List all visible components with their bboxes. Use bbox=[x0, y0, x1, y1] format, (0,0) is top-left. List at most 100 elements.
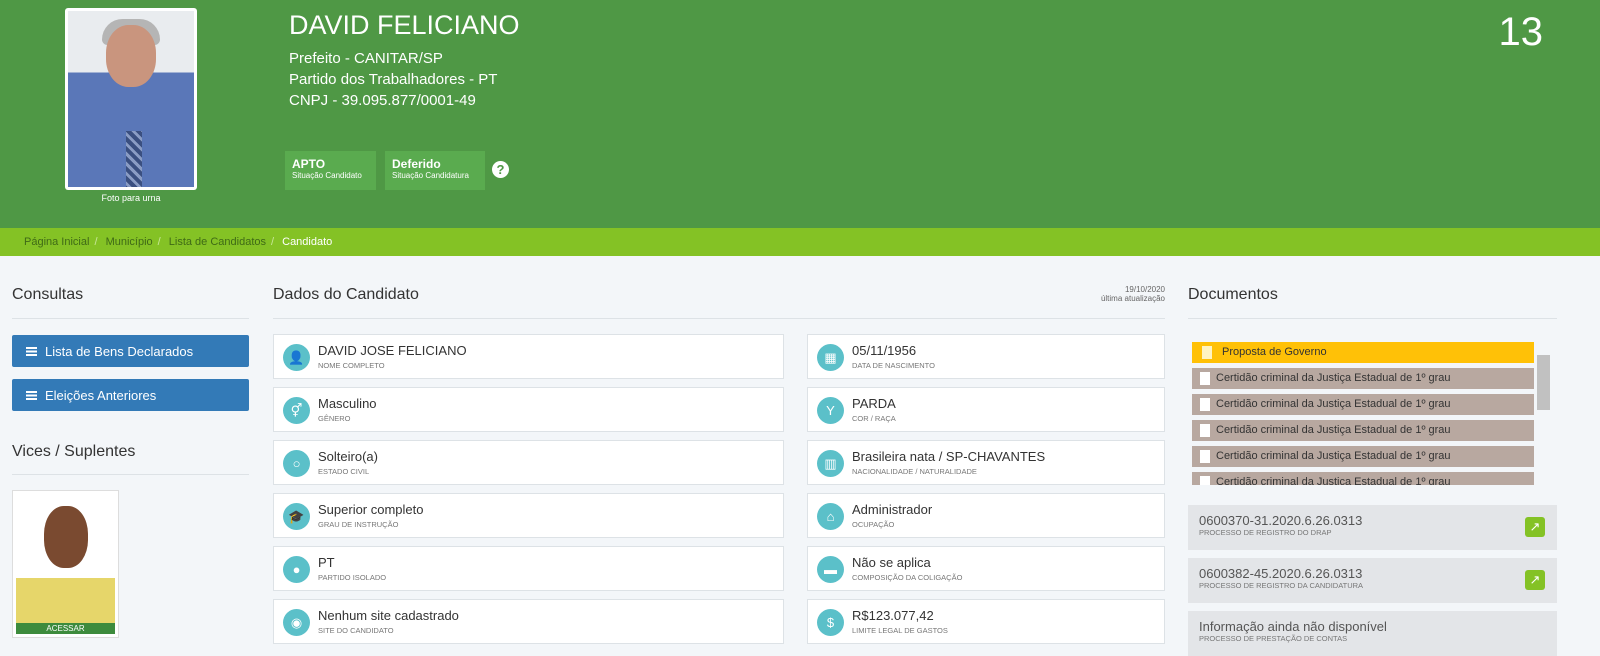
process-label: PROCESSO DE REGISTRO DO DRAP bbox=[1199, 528, 1332, 537]
field-card: ▬ Não se aplica COMPOSIÇÃO DA COLIGAÇÃO bbox=[807, 546, 1165, 591]
document-label: Certidão criminal da Justiça Estadual de… bbox=[1216, 372, 1451, 384]
document-label: Certidão criminal da Justiça Estadual de… bbox=[1216, 424, 1451, 436]
consultas-title: Consultas bbox=[12, 286, 84, 303]
assets-list-button[interactable]: Lista de Bens Declarados bbox=[12, 335, 249, 367]
field-card: ▦ 05/11/1956 DATA DE NASCIMENTO bbox=[807, 334, 1165, 379]
process-item: 0600370-31.2020.6.26.0313 PROCESSO DE REG… bbox=[1188, 505, 1557, 550]
list-icon bbox=[26, 391, 37, 400]
field-card: ▥ Brasileira nata / SP-CHAVANTES NACIONALI… bbox=[807, 440, 1165, 485]
users-icon: ● bbox=[283, 556, 310, 583]
documents-title: Documentos bbox=[1188, 286, 1278, 303]
button-label: Eleições Anteriores bbox=[45, 388, 157, 403]
field-value: Administrador bbox=[852, 502, 933, 517]
document-item[interactable]: Proposta de Governo bbox=[1192, 342, 1534, 363]
badge-label: Situação Candidatura bbox=[392, 171, 469, 180]
candidate-info: Prefeito - CANITAR/SP Partido dos Trabal… bbox=[289, 48, 497, 111]
document-item[interactable]: Certidão criminal da Justiça Estadual de… bbox=[1192, 446, 1534, 467]
button-label: Lista de Bens Declarados bbox=[45, 344, 194, 359]
candidate-header: Foto para urna DAVID FELICIANO Prefeito … bbox=[0, 0, 1600, 228]
external-link-icon[interactable]: ↗ bbox=[1525, 517, 1545, 537]
candidate-photo bbox=[65, 8, 197, 190]
field-card: ◉ Nenhum site cadastrado SITE DO CANDIDATO bbox=[273, 599, 784, 644]
dollar-icon: $ bbox=[817, 609, 844, 636]
circle-icon: ○ bbox=[283, 450, 310, 477]
field-card: Y PARDA COR / RAÇA bbox=[807, 387, 1165, 432]
previous-elections-button[interactable]: Eleições Anteriores bbox=[12, 379, 249, 411]
field-card: ○ Solteiro(a) ESTADO CIVIL bbox=[273, 440, 784, 485]
field-value: Masculino bbox=[318, 396, 377, 411]
field-value: DAVID JOSE FELICIANO bbox=[318, 343, 467, 358]
photo-caption: Foto para urna bbox=[101, 193, 161, 203]
field-value: R$123.077,42 bbox=[852, 608, 934, 623]
candidate-number: 13 bbox=[1498, 10, 1544, 54]
field-value: Superior completo bbox=[318, 502, 424, 517]
field-value: PT bbox=[318, 555, 335, 570]
field-label: GRAU DE INSTRUÇÃO bbox=[318, 520, 399, 529]
field-label: OCUPAÇÃO bbox=[852, 520, 895, 529]
folder-icon: ▬ bbox=[817, 556, 844, 583]
calendar-icon: ▦ bbox=[817, 344, 844, 371]
user-icon: 👤 bbox=[283, 344, 310, 371]
person-icon: Y bbox=[817, 397, 844, 424]
field-card: ● PT PARTIDO ISOLADO bbox=[273, 546, 784, 591]
graduation-cap-icon: 🎓 bbox=[283, 503, 310, 530]
documents-scrollbar[interactable] bbox=[1536, 343, 1551, 483]
document-item[interactable]: Certidão criminal da Justiça Estadual de… bbox=[1192, 420, 1534, 441]
status-badge-candidate: APTO Situação Candidato bbox=[285, 151, 376, 190]
access-link[interactable]: ACESSAR bbox=[16, 623, 115, 634]
field-label: PARTIDO ISOLADO bbox=[318, 573, 387, 582]
field-value: Solteiro(a) bbox=[318, 449, 378, 464]
breadcrumb-candidates[interactable]: Lista de Candidatos bbox=[169, 236, 266, 248]
candidate-cnpj: CNPJ - 39.095.877/0001-49 bbox=[289, 92, 476, 109]
breadcrumb-current: Candidato bbox=[282, 236, 333, 248]
process-label: PROCESSO DE REGISTRO DA CANDIDATURA bbox=[1199, 581, 1364, 590]
candidate-party: Partido dos Trabalhadores - PT bbox=[289, 71, 498, 88]
badge-value: APTO bbox=[292, 157, 326, 171]
document-label: Certidão criminal da Justiça Estadual de… bbox=[1216, 476, 1451, 485]
process-item: Informação ainda não disponível PROCESSO … bbox=[1188, 611, 1557, 656]
breadcrumb: Página Inicial / Município / Lista de Cand… bbox=[0, 228, 1600, 256]
process-number: Informação ainda não disponível bbox=[1199, 619, 1387, 634]
field-label: GÊNERO bbox=[318, 414, 351, 423]
field-label: COMPOSIÇÃO DA COLIGAÇÃO bbox=[852, 573, 963, 582]
field-value: PARDA bbox=[852, 396, 896, 411]
field-card: ⚥ Masculino GÊNERO bbox=[273, 387, 784, 432]
candidate-role: Prefeito - CANITAR/SP bbox=[289, 50, 443, 67]
field-label: NOME COMPLETO bbox=[318, 361, 385, 370]
map-icon: ▥ bbox=[817, 450, 844, 477]
main-title: Dados do Candidato bbox=[273, 286, 419, 303]
document-label: Certidão criminal da Justiça Estadual de… bbox=[1216, 450, 1451, 462]
vice-card[interactable]: ACESSAR bbox=[12, 490, 119, 638]
candidate-name: DAVID FELICIANO bbox=[289, 10, 520, 40]
document-label: Proposta de Governo bbox=[1222, 346, 1327, 358]
last-update: 19/10/2020 última atualização bbox=[1101, 285, 1165, 303]
field-value: Não se aplica bbox=[852, 555, 931, 570]
document-label: Certidão criminal da Justiça Estadual de… bbox=[1216, 398, 1451, 410]
gender-icon: ⚥ bbox=[283, 397, 310, 424]
institution-icon: ⌂ bbox=[817, 503, 844, 530]
field-card: 🎓 Superior completo GRAU DE INSTRUÇÃO bbox=[273, 493, 784, 538]
document-item[interactable]: Certidão criminal da Justiça Estadual de… bbox=[1192, 472, 1534, 485]
field-label: COR / RAÇA bbox=[852, 414, 896, 423]
update-date: 19/10/2020 bbox=[1124, 285, 1165, 294]
external-link-icon[interactable]: ↗ bbox=[1525, 570, 1545, 590]
globe-icon: ◉ bbox=[283, 609, 310, 636]
badge-label: Situação Candidato bbox=[292, 171, 362, 180]
document-item[interactable]: Certidão criminal da Justiça Estadual de… bbox=[1192, 368, 1534, 389]
field-value: Brasileira nata / SP-CHAVANTES bbox=[852, 449, 1046, 464]
document-item[interactable]: Certidão criminal da Justiça Estadual de… bbox=[1192, 394, 1534, 415]
field-label: NACIONALIDADE / NATURALIDADE bbox=[852, 467, 977, 476]
field-card: $ R$123.077,42 LIMITE LEGAL DE GASTOS bbox=[807, 599, 1165, 644]
help-icon[interactable]: ? bbox=[492, 161, 509, 178]
breadcrumb-municipio[interactable]: Município bbox=[106, 236, 153, 248]
field-label: ESTADO CIVIL bbox=[318, 467, 370, 476]
field-value: 05/11/1956 bbox=[852, 343, 917, 358]
field-label: LIMITE LEGAL DE GASTOS bbox=[852, 626, 948, 635]
list-icon bbox=[26, 347, 37, 356]
status-badge-candidacy: Deferido Situação Candidatura bbox=[385, 151, 485, 190]
field-label: SITE DO CANDIDATO bbox=[318, 626, 394, 635]
breadcrumb-home[interactable]: Página Inicial bbox=[24, 236, 89, 248]
field-label: DATA DE NASCIMENTO bbox=[852, 361, 935, 370]
vices-title: Vices / Suplentes bbox=[12, 443, 136, 460]
field-value: Nenhum site cadastrado bbox=[318, 608, 459, 623]
